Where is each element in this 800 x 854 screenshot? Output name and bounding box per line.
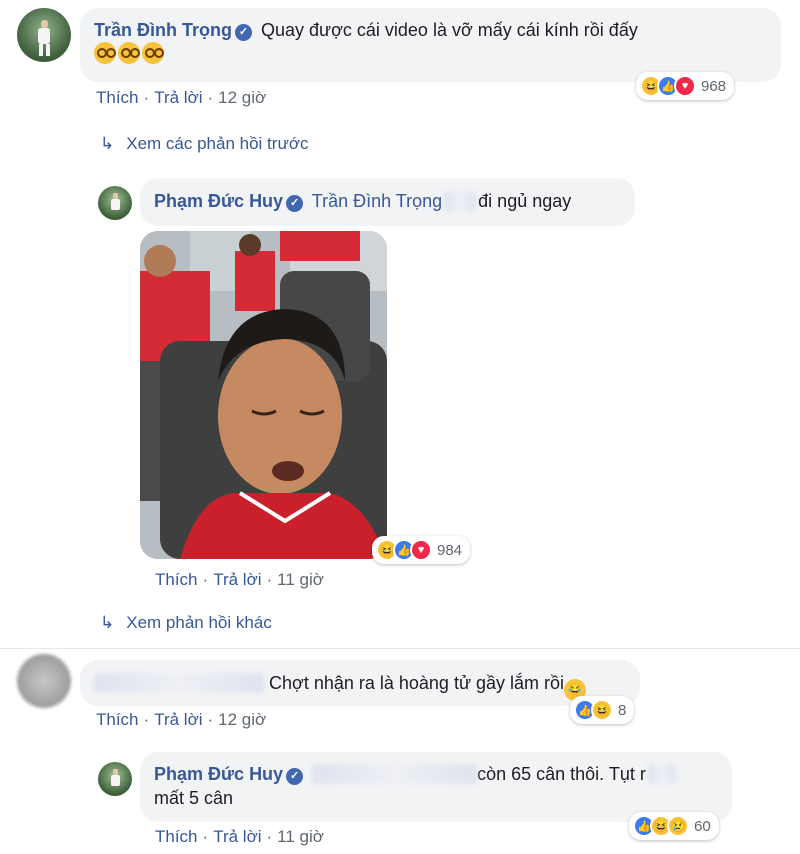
love-reaction-icon: ♥	[410, 539, 432, 561]
reaction-summary[interactable]: 😆 👍 ♥ 968	[636, 72, 735, 100]
reaction-summary[interactable]: 👍 😆 😢 60	[629, 812, 719, 840]
comment-actions: Thích · Trả lời · 12 giờ	[96, 710, 267, 729]
reply-text: đi ngủ ngay	[478, 191, 572, 211]
blurred-author	[94, 673, 264, 693]
reply-time[interactable]: 11 giờ	[277, 570, 324, 589]
comment-time[interactable]: 12 giờ	[218, 88, 266, 107]
comment-time[interactable]: 12 giờ	[218, 710, 266, 729]
reaction-count: 968	[701, 77, 727, 95]
nerd-face-emoji-icon	[118, 42, 140, 64]
reaction-summary[interactable]: 😆 👍 ♥ 984	[372, 536, 471, 564]
avatar[interactable]	[17, 8, 71, 62]
blurred-text	[444, 191, 477, 211]
reaction-summary[interactable]: 👍 😆 8	[570, 696, 635, 724]
avatar[interactable]	[17, 654, 71, 708]
like-link[interactable]: Thích	[155, 827, 198, 846]
avatar-photo-icon	[111, 193, 120, 210]
reply-arrow-icon: ↳	[100, 613, 115, 632]
avatar[interactable]	[98, 186, 132, 220]
sleeping-player-photo[interactable]	[140, 231, 387, 559]
sad-reaction-icon: 😢	[667, 815, 689, 837]
blurred-tag	[312, 764, 478, 784]
verified-badge-icon: ✓	[286, 768, 304, 785]
reaction-count: 60	[694, 817, 711, 835]
comment-text: Chợt nhận ra là hoàng tử gầy lắm rồi	[269, 673, 565, 693]
like-link[interactable]: Thích	[96, 88, 139, 107]
comment-bubble: Trần Đình Trọng ✓ Quay được cái video là …	[80, 8, 781, 82]
reply-time[interactable]: 11 giờ	[277, 827, 324, 846]
blurred-text	[647, 764, 676, 784]
photo-image	[140, 231, 387, 559]
reply-link[interactable]: Trả lời	[154, 710, 202, 729]
reply-author[interactable]: Phạm Đức Huy	[154, 764, 283, 784]
divider	[0, 648, 800, 649]
previous-replies-link[interactable]: ↳ Xem các phản hồi trước	[100, 134, 308, 154]
reply-link[interactable]: Trả lời	[154, 88, 202, 107]
love-reaction-icon: ♥	[674, 75, 696, 97]
reply-text-line2: mất 5 cân	[154, 788, 234, 808]
comment-text: Quay được cái video là vỡ mấy cái kính r…	[261, 20, 638, 40]
comment-bubble: Chợt nhận ra là hoàng tử gầy lắm rồi 😂	[80, 660, 640, 706]
avatar-photo-icon	[38, 20, 50, 56]
reply-author[interactable]: Phạm Đức Huy	[154, 191, 283, 211]
reply-actions: Thích · Trả lời · 11 giờ	[155, 827, 324, 846]
other-replies-link[interactable]: ↳ Xem phản hồi khác	[100, 613, 272, 633]
haha-reaction-icon: 😆	[591, 699, 613, 721]
reply-link[interactable]: Trả lời	[213, 827, 261, 846]
verified-badge-icon: ✓	[286, 195, 304, 212]
nerd-face-emoji-icon	[142, 42, 164, 64]
avatar[interactable]	[98, 762, 132, 796]
comment-actions: Thích · Trả lời · 12 giờ	[96, 88, 267, 107]
nerd-face-emoji-icon	[94, 42, 116, 64]
tagged-user[interactable]: Trần Đình Trọng	[312, 191, 442, 211]
reaction-count: 8	[618, 701, 627, 719]
reply-text-line1: còn 65 cân thôi. Tụt r	[477, 764, 646, 784]
reply-arrow-icon: ↳	[100, 134, 115, 153]
like-link[interactable]: Thích	[96, 710, 139, 729]
reply-bubble: Phạm Đức Huy ✓ Trần Đình Trọng đi ngủ ngay	[140, 178, 635, 226]
reply-link[interactable]: Trả lời	[213, 570, 261, 589]
verified-badge-icon: ✓	[235, 24, 252, 41]
reply-actions: Thích · Trả lời · 11 giờ	[155, 570, 324, 589]
comment-author[interactable]: Trần Đình Trọng	[94, 20, 232, 40]
reaction-count: 984	[437, 541, 463, 559]
like-link[interactable]: Thích	[155, 570, 198, 589]
avatar-photo-icon	[111, 769, 120, 786]
